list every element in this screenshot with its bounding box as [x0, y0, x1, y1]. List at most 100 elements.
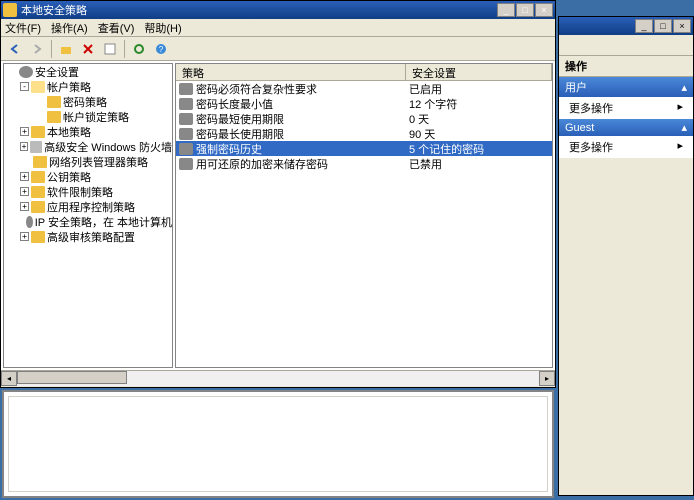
app-icon: [3, 3, 17, 17]
menu-file[interactable]: 文件(F): [5, 20, 41, 36]
folder-icon: [26, 216, 33, 228]
sec-minimize-button[interactable]: _: [635, 19, 653, 33]
policy-icon: [179, 143, 193, 155]
delete-button[interactable]: [78, 39, 98, 59]
background-panel: [2, 390, 554, 498]
list-row[interactable]: 密码必须符合复杂性要求已启用: [176, 81, 552, 96]
menu-view[interactable]: 查看(V): [98, 20, 135, 36]
maximize-button[interactable]: □: [516, 3, 534, 17]
list-row[interactable]: 密码最长使用期限90 天: [176, 126, 552, 141]
policy-icon: [179, 98, 193, 110]
policy-icon: [179, 128, 193, 140]
secondary-window: _ □ × 操作 用户 ▴ 更多操作 ▸ Guest ▴ 更多操作 ▸: [558, 16, 694, 496]
folder-icon: [31, 126, 45, 138]
scroll-thumb[interactable]: [17, 371, 127, 384]
chevron-right-icon: ▸: [677, 100, 683, 116]
policy-name: 用可还原的加密来储存密码: [196, 156, 409, 172]
policy-value: 5 个记住的密码: [409, 141, 484, 157]
tree-item[interactable]: +高级安全 Windows 防火墙: [4, 139, 172, 154]
list-row[interactable]: 密码长度最小值12 个字符: [176, 96, 552, 111]
folder-icon: [33, 156, 47, 168]
policy-name: 密码最长使用期限: [196, 126, 409, 142]
folder-icon: [31, 171, 45, 183]
policy-value: 已启用: [409, 81, 442, 97]
svg-text:?: ?: [159, 45, 164, 54]
tree-item[interactable]: IP 安全策略，在 本地计算机: [4, 214, 172, 229]
forward-button[interactable]: [27, 39, 47, 59]
minimize-button[interactable]: _: [497, 3, 515, 17]
actions-group-guest-label: Guest: [565, 122, 594, 134]
policy-name: 密码最短使用期限: [196, 111, 409, 127]
actions-header: 操作: [559, 56, 693, 77]
folder-icon: [31, 81, 45, 93]
settings-icon: [19, 66, 33, 78]
scroll-right-button[interactable]: ▸: [539, 371, 555, 386]
actions-group-guest[interactable]: Guest ▴: [559, 119, 693, 136]
close-button[interactable]: ×: [535, 3, 553, 17]
list-row[interactable]: 用可还原的加密来储存密码已禁用: [176, 156, 552, 171]
list-row[interactable]: 密码最短使用期限0 天: [176, 111, 552, 126]
expander-icon[interactable]: +: [20, 202, 29, 211]
tree-view[interactable]: 安全设置-帐户策略密码策略帐户锁定策略+本地策略+高级安全 Windows 防火…: [3, 63, 173, 368]
expander-icon[interactable]: +: [20, 232, 29, 241]
properties-button[interactable]: [100, 39, 120, 59]
expander-icon[interactable]: +: [20, 187, 29, 196]
folder-icon: [31, 231, 45, 243]
back-button[interactable]: [5, 39, 25, 59]
tree-item[interactable]: 密码策略: [4, 94, 172, 109]
refresh-button[interactable]: [129, 39, 149, 59]
chevron-up-icon: ▴: [681, 81, 687, 94]
tree-item[interactable]: -帐户策略: [4, 79, 172, 94]
policy-name: 密码必须符合复杂性要求: [196, 81, 409, 97]
titlebar[interactable]: 本地安全策略 _ □ ×: [1, 1, 555, 19]
folder-icon: [31, 186, 45, 198]
up-button[interactable]: [56, 39, 76, 59]
scroll-left-button[interactable]: ◂: [1, 371, 17, 386]
help-button[interactable]: ?: [151, 39, 171, 59]
actions-item-more-1[interactable]: 更多操作 ▸: [559, 97, 693, 119]
actions-item-more-2[interactable]: 更多操作 ▸: [559, 136, 693, 158]
toolbar: ?: [1, 37, 555, 61]
list-header[interactable]: 策略 安全设置: [176, 64, 552, 81]
policy-value: 已禁用: [409, 156, 442, 172]
chevron-right-icon: ▸: [677, 139, 683, 155]
folder-icon: [31, 201, 45, 213]
expander-icon[interactable]: +: [20, 142, 28, 151]
expander-icon[interactable]: +: [20, 172, 29, 181]
menu-action[interactable]: 操作(A): [51, 20, 88, 36]
policy-name: 强制密码历史: [196, 141, 409, 157]
policy-icon: [179, 158, 193, 170]
policy-value: 12 个字符: [409, 96, 457, 112]
tree-item[interactable]: 帐户锁定策略: [4, 109, 172, 124]
actions-group-user-label: 用户: [565, 79, 587, 95]
col-setting[interactable]: 安全设置: [406, 64, 552, 80]
policy-icon: [179, 83, 193, 95]
tree-root[interactable]: 安全设置: [4, 64, 172, 79]
expander-icon[interactable]: +: [20, 127, 29, 136]
tree-item[interactable]: +本地策略: [4, 124, 172, 139]
policy-list[interactable]: 策略 安全设置 密码必须符合复杂性要求已启用密码长度最小值12 个字符密码最短使…: [175, 63, 553, 368]
list-row[interactable]: 强制密码历史5 个记住的密码: [176, 141, 552, 156]
folder-icon: [47, 96, 61, 108]
policy-value: 0 天: [409, 111, 429, 127]
sec-close-button[interactable]: ×: [673, 19, 691, 33]
tree-item[interactable]: +高级审核策略配置: [4, 229, 172, 244]
tree-item[interactable]: +公钥策略: [4, 169, 172, 184]
chevron-up-icon: ▴: [681, 121, 687, 134]
window-title: 本地安全策略: [21, 2, 497, 18]
col-policy[interactable]: 策略: [176, 64, 406, 80]
tree-item[interactable]: +应用程序控制策略: [4, 199, 172, 214]
tree-item[interactable]: 网络列表管理器策略: [4, 154, 172, 169]
tree-item[interactable]: +软件限制策略: [4, 184, 172, 199]
policy-icon: [179, 113, 193, 125]
policy-name: 密码长度最小值: [196, 96, 409, 112]
main-window: 本地安全策略 _ □ × 文件(F) 操作(A) 查看(V) 帮助(H) ? 安…: [0, 0, 556, 388]
horizontal-scrollbar[interactable]: ◂ ▸: [1, 370, 555, 386]
folder-icon: [47, 111, 61, 123]
menu-help[interactable]: 帮助(H): [144, 20, 181, 36]
policy-value: 90 天: [409, 126, 435, 142]
actions-group-user[interactable]: 用户 ▴: [559, 77, 693, 97]
expander-icon[interactable]: -: [20, 82, 29, 91]
menubar: 文件(F) 操作(A) 查看(V) 帮助(H): [1, 19, 555, 37]
sec-maximize-button[interactable]: □: [654, 19, 672, 33]
